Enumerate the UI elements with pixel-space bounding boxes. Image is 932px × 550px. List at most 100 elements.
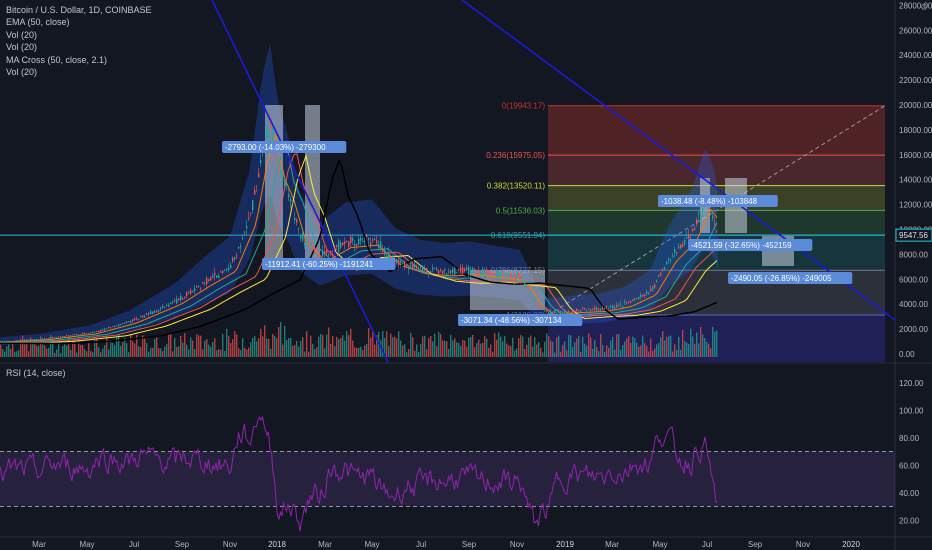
volume-bar xyxy=(552,341,554,357)
volume-bar xyxy=(198,335,200,357)
volume-bar xyxy=(350,328,352,357)
volume-bar xyxy=(398,331,400,357)
volume-bar xyxy=(574,342,576,357)
legend-title[interactable]: Bitcoin / U.S. Dollar, 1D, COINBASE xyxy=(6,4,152,16)
candle-body xyxy=(258,173,260,177)
volume-bar xyxy=(602,344,604,357)
volume-bar xyxy=(44,345,46,357)
volume-bar xyxy=(60,353,62,357)
candle-body xyxy=(662,269,664,271)
volume-bar xyxy=(186,344,188,357)
volume-bar xyxy=(464,340,466,357)
volume-bar xyxy=(248,347,250,357)
volume-bar xyxy=(520,335,522,357)
candle-body xyxy=(174,299,176,301)
candle-body xyxy=(66,334,68,336)
volume-bar xyxy=(370,337,372,357)
volume-bar xyxy=(128,351,130,357)
candle-body xyxy=(500,272,502,275)
chart-root: 0(19943.17) 0.236(15975.05) 0.382(13520.11… xyxy=(0,0,932,550)
rsi-legend[interactable]: RSI (14, close) xyxy=(6,368,66,378)
volume-bar xyxy=(274,335,276,357)
volume-bar xyxy=(82,345,84,357)
candle-body xyxy=(268,130,270,139)
candle-body xyxy=(674,248,676,253)
volume-bar xyxy=(326,334,328,357)
candle-body xyxy=(442,270,444,274)
candle-body xyxy=(518,272,520,278)
candle-body xyxy=(550,311,552,313)
volume-bar xyxy=(506,343,508,357)
volume-bar xyxy=(46,348,48,357)
legend-indicator[interactable]: Vol (20) xyxy=(6,66,152,78)
volume-bar xyxy=(504,336,506,357)
candle-body xyxy=(376,240,378,243)
candle-body xyxy=(458,268,460,271)
volume-bar xyxy=(252,338,254,357)
candle-body xyxy=(568,311,570,313)
volume-bar xyxy=(604,351,606,357)
volume-bar xyxy=(466,346,468,357)
volume-bar xyxy=(634,338,636,357)
volume-bar xyxy=(524,349,526,357)
volume-bar xyxy=(112,343,114,357)
time-axis-label: Jul xyxy=(416,540,426,549)
volume-bar xyxy=(146,342,148,357)
candle-body xyxy=(12,341,14,342)
volume-bar xyxy=(630,342,632,357)
candle-body xyxy=(440,269,442,271)
volume-bar xyxy=(158,348,160,357)
candle-body xyxy=(26,339,28,341)
candle-body xyxy=(626,302,628,304)
candle-body xyxy=(188,292,190,293)
candle-body xyxy=(378,243,380,249)
candle-body xyxy=(302,233,304,241)
candle-body xyxy=(520,276,522,279)
volume-bar xyxy=(656,344,658,357)
candle-body xyxy=(552,312,554,314)
volume-bar xyxy=(374,344,376,357)
volume-bar xyxy=(528,337,530,357)
volume-bar xyxy=(644,342,646,357)
candle-body xyxy=(18,340,20,342)
legend-indicator[interactable]: EMA (50, close) xyxy=(6,16,152,28)
chart-canvas[interactable]: 0(19943.17) 0.236(15975.05) 0.382(13520.11… xyxy=(0,0,932,550)
candle-body xyxy=(22,340,24,342)
legend-indicator[interactable]: MA Cross (50, close, 2.1) xyxy=(6,54,152,66)
candle-body xyxy=(428,273,430,275)
candle-body xyxy=(504,273,506,275)
candle-body xyxy=(602,308,604,309)
candle-body xyxy=(192,291,194,293)
legend-indicator[interactable]: Vol (20) xyxy=(6,41,152,53)
volume-bar xyxy=(566,350,568,357)
candle-body xyxy=(166,304,168,306)
candle-body xyxy=(232,257,234,262)
volume-bar xyxy=(462,339,464,357)
candle-body xyxy=(282,173,284,182)
volume-bar xyxy=(312,343,314,357)
candle-body xyxy=(130,321,132,323)
volume-bar xyxy=(600,334,602,357)
volume-bar xyxy=(258,338,260,357)
candle-body xyxy=(58,336,60,338)
candle-body xyxy=(250,212,252,214)
candle-body xyxy=(478,270,480,275)
volume-bar xyxy=(408,349,410,357)
volume-bar xyxy=(206,338,208,357)
time-axis-label: Jul xyxy=(129,540,139,549)
volume-bar xyxy=(536,344,538,357)
candle-body xyxy=(682,244,684,247)
candle-body xyxy=(294,217,296,221)
volume-bar xyxy=(144,338,146,357)
volume-bar xyxy=(226,328,228,357)
legend-indicator[interactable]: Vol (20) xyxy=(6,29,152,41)
price-axis-label: 8000.00 xyxy=(899,250,928,259)
candle-body xyxy=(492,272,494,274)
volume-bar xyxy=(66,345,68,357)
volume-bar xyxy=(250,342,252,357)
candle-body xyxy=(210,277,212,281)
fib-level-label: 0.5(11536.03) xyxy=(496,206,546,215)
volume-bar xyxy=(456,342,458,357)
volume-bar xyxy=(242,338,244,357)
gear-icon[interactable]: ⚙ xyxy=(920,2,928,13)
